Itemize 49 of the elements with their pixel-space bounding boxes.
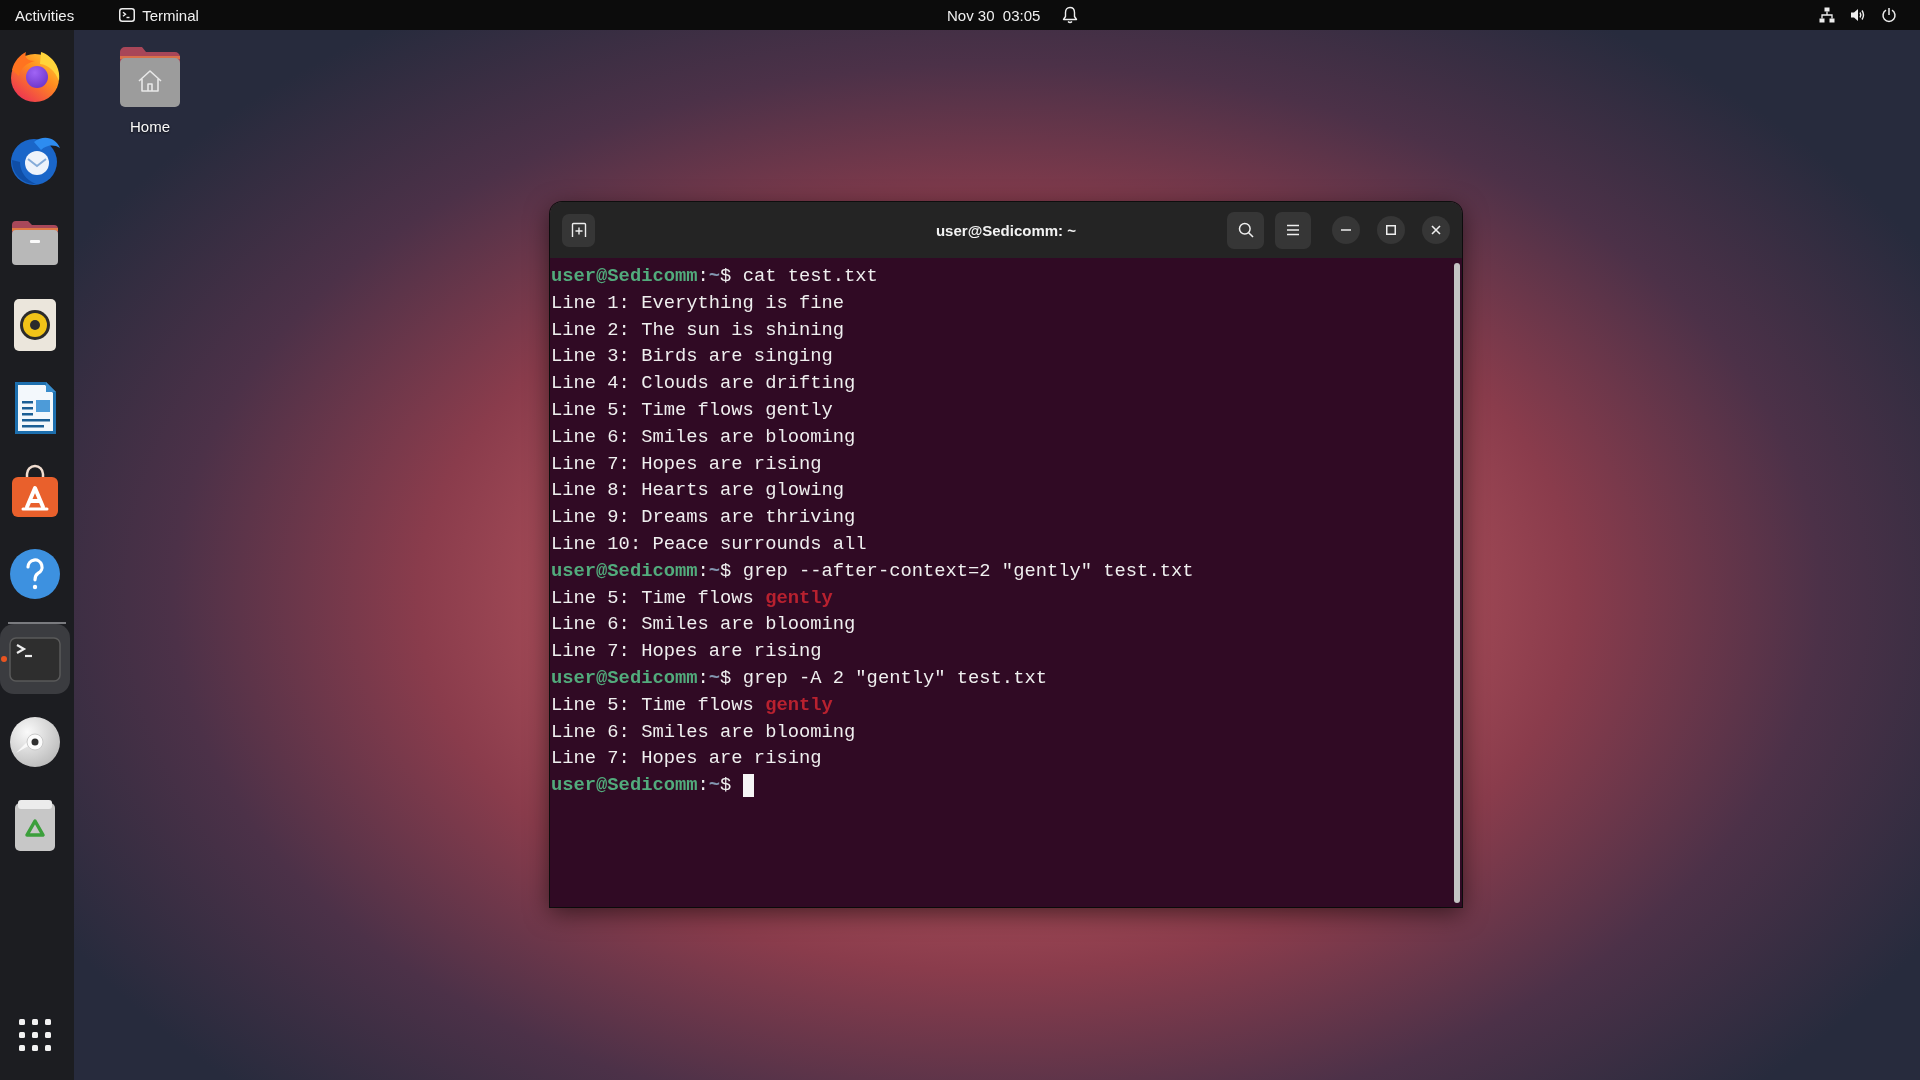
terminal-line: Line 1: Everything is fine	[551, 290, 845, 316]
terminal-line: Line 7: Hopes are rising	[551, 746, 822, 772]
terminal-line: user@Sedicomm:~$ grep -A 2 "gently" test.txt	[551, 665, 1047, 691]
new-tab-icon	[570, 222, 587, 238]
terminal-line: user@Sedicomm:~$	[551, 773, 732, 799]
search-button[interactable]	[1227, 211, 1264, 249]
terminal-line: Line 5: Time flows gently	[551, 585, 833, 611]
terminal-line: Line 3: Birds are singing	[551, 344, 833, 370]
disc-icon	[8, 715, 62, 769]
app-menu-button[interactable]: Terminal	[111, 0, 207, 30]
terminal-line: Line 2: The sun is shining	[551, 317, 845, 343]
window-title: user@Sedicomm: ~	[935, 221, 1077, 239]
close-icon	[1431, 225, 1441, 235]
maximize-icon	[1386, 225, 1396, 235]
terminal-line: Line 6: Smiles are blooming	[551, 719, 856, 745]
running-indicator-icon	[1, 656, 7, 662]
terminal-line: Line 5: Time flows gently	[551, 398, 833, 423]
menu-button[interactable]	[1275, 211, 1311, 249]
terminal-line: Line 6: Smiles are blooming	[551, 612, 856, 638]
activities-button[interactable]: Activities	[7, 0, 83, 30]
flame-globe-icon	[8, 49, 62, 103]
network-icon[interactable]	[1819, 7, 1835, 23]
terminal-line: Line 7: Hopes are rising	[551, 451, 822, 477]
terminal-line: Line 9: Dreams are thriving	[551, 505, 856, 531]
app-grid-icon	[19, 1019, 51, 1051]
terminal-line: Line 4: Clouds are drifting	[551, 371, 856, 397]
scrollbar[interactable]	[1454, 263, 1460, 903]
terminal-line: user@Sedicomm:~$ cat test.txt	[551, 264, 878, 289]
minimize-button[interactable]	[1332, 216, 1360, 244]
bell-icon	[1062, 6, 1079, 24]
clock-button[interactable]: Nov 30 03:05	[939, 0, 1087, 30]
help-icon	[8, 547, 62, 601]
terminal-line: Line 8: Hearts are glowing	[551, 478, 845, 504]
power-icon[interactable]	[1881, 7, 1897, 23]
terminal-line: Line 7: Hopes are rising	[551, 639, 822, 665]
terminal-line: Line 6: Smiles are blooming	[551, 424, 856, 450]
search-icon	[1237, 222, 1254, 238]
maximize-button[interactable]	[1377, 216, 1405, 244]
terminal-line: Line 10: Peace surrounds all	[551, 531, 867, 557]
terminal-icon	[119, 8, 136, 22]
close-button[interactable]	[1422, 216, 1450, 244]
minimize-icon	[1341, 229, 1351, 231]
menu-icon	[1286, 224, 1300, 236]
desktop-icon-label: Home	[130, 118, 170, 135]
home-folder-icon[interactable]	[118, 44, 182, 108]
volume-icon[interactable]	[1850, 7, 1866, 23]
new-tab-button[interactable]	[562, 213, 595, 247]
terminal-line: user@Sedicomm:~$ grep --after-context=2 "gently" test.txt	[551, 558, 1194, 584]
terminal-line: Line 5: Time flows gently	[551, 692, 833, 718]
